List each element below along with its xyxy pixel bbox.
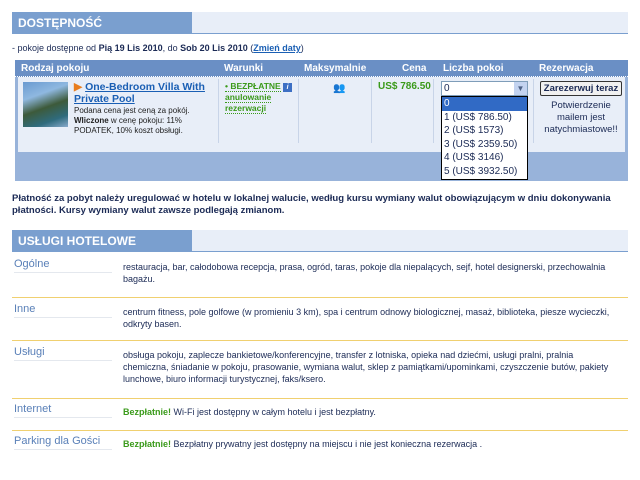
room-name[interactable]: One-Bedroom Villa With Private Pool	[74, 81, 205, 105]
option[interactable]: 0	[442, 97, 527, 111]
facility-text: centrum fitness, pole golfowe (w promien…	[123, 307, 610, 329]
facility-text: obsługa pokoju, zaplecze bankietowe/konf…	[123, 350, 609, 384]
facility-text: Bezpłatnie! Wi-Fi jest dostępny w całym …	[123, 406, 613, 418]
col-price: Cena	[402, 63, 427, 74]
col-booking: Rezerwacja	[539, 63, 594, 74]
arrow-right-icon: ▶	[74, 81, 83, 93]
facilities-header: USŁUGI HOTELOWE	[12, 230, 628, 252]
table-header: Rodzaj pokoju Warunki Maksymalnie Cena L…	[15, 60, 628, 77]
room-description: Podana cena jest ceną za pokój. Wliczone …	[74, 106, 219, 136]
section-title: DOSTĘPNOŚĆ	[12, 12, 192, 34]
date-from: Pią 19 Lis 2010	[98, 43, 163, 53]
payment-note: Płatność za pobyt należy uregulować w ho…	[12, 193, 611, 216]
info-icon[interactable]: i	[283, 83, 293, 92]
col-rooms: Liczba pokoi	[443, 63, 504, 74]
facility-text: restauracja, bar, całodobowa recepcja, p…	[123, 262, 606, 284]
col-room-type: Rodzaj pokoju	[21, 63, 90, 74]
rooms-count-options[interactable]: 0 1 (US$ 786.50) 2 (US$ 1573) 3 (US$ 235…	[441, 96, 528, 180]
option[interactable]: 2 (US$ 1573)	[442, 124, 527, 138]
availability-header: DOSTĘPNOŚĆ	[12, 12, 628, 34]
change-dates-link[interactable]: Zmień daty	[253, 43, 301, 53]
desc-line: Podana cena jest ceną za pokój.	[74, 106, 190, 115]
facility-desc: Bezpłatny prywatny jest dostępny na miej…	[171, 439, 483, 449]
rooms-count-select[interactable]: 0 ▼	[441, 81, 528, 96]
section-title: USŁUGI HOTELOWE	[12, 230, 192, 252]
condition-text[interactable]: anulowanie rezerwacji	[225, 92, 272, 114]
room-photo[interactable]	[23, 82, 68, 127]
facility-label: Inne	[14, 303, 112, 318]
book-now-button[interactable]: Zarezerwuj teraz	[540, 81, 622, 96]
facility-desc: Wi-Fi jest dostępny w całym hotelu i jes…	[171, 407, 376, 417]
facility-label: Parking dla Gości	[14, 435, 112, 450]
col-conditions: Warunki	[224, 63, 264, 74]
facility-row: Parking dla Gości Bezpłatnie! Bezpłatny p…	[12, 435, 628, 457]
dates-mid: , do	[162, 43, 178, 53]
facility-row: Inne centrum fitness, pole golfowe (w pro…	[12, 303, 628, 341]
option[interactable]: 1 (US$ 786.50)	[442, 111, 527, 125]
facility-row: Usługi obsługa pokoju, zaplecze bankietow…	[12, 346, 628, 399]
free-badge: Bezpłatnie!	[123, 439, 172, 449]
dates-prefix: - pokoje dostępne od	[12, 43, 97, 53]
table-row: ▶ One-Bedroom Villa With Private Pool Pod…	[18, 77, 625, 152]
facility-text: Bezpłatnie! Bezpłatny prywatny jest dost…	[123, 438, 613, 450]
facility-label: Usługi	[14, 346, 112, 361]
free-badge: Bezpłatnie!	[123, 407, 172, 417]
free-label: • BEZPŁATNE	[225, 81, 281, 92]
room-price: US$ 786.50	[378, 81, 431, 92]
availability-dates: - pokoje dostępne od Pią 19 Lis 2010, do…	[12, 43, 304, 53]
facility-label: Internet	[14, 403, 112, 418]
date-to: Sob 20 Lis 2010	[180, 43, 248, 53]
two-persons-icon: 👥	[333, 83, 346, 94]
room-name-link[interactable]: ▶ One-Bedroom Villa With Private Pool	[74, 81, 214, 105]
facility-label: Ogólne	[14, 258, 112, 273]
option[interactable]: 5 (US$ 3932.50)	[442, 165, 527, 179]
col-max: Maksymalnie	[304, 63, 367, 74]
desc-bold: Wliczone	[74, 116, 109, 125]
facility-row: Ogólne restauracja, bar, całodobowa recep…	[12, 258, 628, 298]
option[interactable]: 3 (US$ 2359.50)	[442, 138, 527, 152]
option[interactable]: 4 (US$ 3146)	[442, 151, 527, 165]
selected-value: 0	[444, 83, 450, 94]
cancellation-condition: • BEZPŁATNE i anulowanie rezerwacji	[225, 81, 295, 114]
confirmation-note: Potwierdzenie mailem jest natychmiastowe…	[544, 100, 618, 135]
facility-row: Internet Bezpłatnie! Wi-Fi jest dostępny …	[12, 403, 628, 431]
chevron-down-icon[interactable]: ▼	[514, 82, 527, 95]
